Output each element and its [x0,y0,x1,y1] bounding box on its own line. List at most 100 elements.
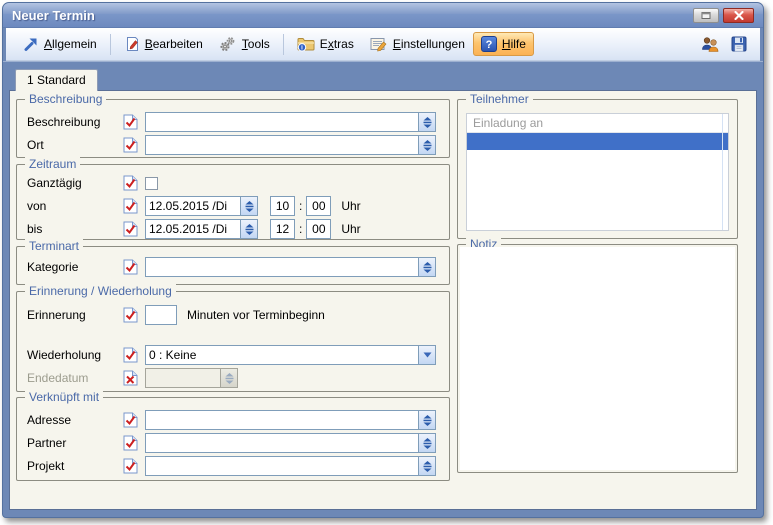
toolbar-item-allgemein[interactable]: Allgemein [15,32,105,56]
ort-input[interactable] [145,135,419,155]
mandatory-check-icon[interactable] [123,307,138,323]
wiederholung-combobox[interactable] [145,345,419,365]
mandatory-check-icon[interactable] [123,137,138,153]
bis-date-input[interactable] [145,219,241,239]
von-date-spinner[interactable] [241,196,258,216]
wiederholung-dropdown-button[interactable] [419,345,436,365]
mandatory-check-icon[interactable] [123,175,138,191]
teilnehmer-list[interactable]: Einladung an [466,113,729,231]
group-terminart: Terminart Kategorie [16,246,450,285]
von-date-input[interactable] [145,196,241,216]
mandatory-check-icon[interactable] [123,259,138,275]
group-erinnerung-wiederholung: Erinnerung / Wiederholung Erinnerung Min… [16,291,450,392]
bis-label: bis [27,222,123,236]
projekt-label: Projekt [27,459,123,473]
spinner-icon [423,438,432,449]
endedatum-input [145,368,221,388]
bis-date-spinner[interactable] [241,219,258,239]
group-zeitraum: Zeitraum Ganztägig von [16,164,450,240]
projekt-spinner[interactable] [419,456,436,476]
ganztaegig-label: Ganztägig [27,176,123,190]
kategorie-label: Kategorie [27,260,123,274]
toolbar-item-hilfe[interactable]: ? Hilfe [473,32,534,56]
von-hour-input[interactable] [270,196,295,216]
tab-standard[interactable]: 1 Standard [15,69,98,91]
endedatum-label: Endedatum [27,371,123,385]
save-button[interactable] [731,36,747,52]
beschreibung-spinner[interactable] [419,112,436,132]
erinnerung-input[interactable] [145,305,177,325]
save-icon [731,36,747,52]
partner-label: Partner [27,436,123,450]
bis-minute-input[interactable] [306,219,331,239]
form-pencil-icon [370,36,388,52]
window-body: 1 Standard Beschreibung Beschreibung [3,61,763,517]
spinner-icon [225,373,234,384]
adresse-input[interactable] [145,410,419,430]
beschreibung-input[interactable] [145,112,419,132]
toolbar-item-extras[interactable]: i Extras [289,32,362,56]
contacts-icon [700,36,720,52]
spinner-icon [423,117,432,128]
partner-input[interactable] [145,433,419,453]
spinner-icon [245,201,254,212]
mandatory-x-icon[interactable] [123,370,138,386]
toolbar-separator [110,34,111,55]
kategorie-input[interactable] [145,257,419,277]
minimize-icon [701,11,711,20]
spinner-icon [423,140,432,151]
content-panel: Beschreibung Beschreibung Ort [9,90,757,510]
group-legend: Terminart [25,239,83,253]
spinner-icon [423,415,432,426]
notiz-textarea[interactable] [460,247,735,470]
toolbar-item-tools[interactable]: Tools [211,32,278,56]
spinner-icon [245,224,254,235]
teilnehmer-selected-row[interactable] [467,133,728,150]
partner-spinner[interactable] [419,433,436,453]
endedatum-spinner [221,368,238,388]
group-verknuepft-mit: Verknüpft mit Adresse Partner [16,397,450,481]
spinner-icon [423,262,432,273]
toolbar-item-einstellungen[interactable]: Einstellungen [362,32,473,56]
von-minute-input[interactable] [306,196,331,216]
mandatory-check-icon[interactable] [123,114,138,130]
gears-icon [219,36,237,52]
folder-info-icon: i [297,36,315,52]
wiederholung-label: Wiederholung [27,348,123,362]
mandatory-check-icon[interactable] [123,458,138,474]
dropdown-icon [423,352,432,358]
von-label: von [27,199,123,213]
projekt-input[interactable] [145,456,419,476]
edit-page-icon [124,36,140,52]
erinnerung-label: Erinnerung [27,308,123,322]
titlebar: Neuer Termin [3,3,763,28]
bis-hour-input[interactable] [270,219,295,239]
mandatory-check-icon[interactable] [123,221,138,237]
mandatory-check-icon[interactable] [123,347,138,363]
list-scrollbar-track [722,114,723,230]
contacts-button[interactable] [700,36,720,52]
group-beschreibung: Beschreibung Beschreibung Ort [16,99,450,158]
mandatory-check-icon[interactable] [123,412,138,428]
uhr-label: Uhr [341,222,360,236]
mandatory-check-icon[interactable] [123,198,138,214]
window-neuer-termin: Neuer Termin Allgemein [2,2,764,518]
group-legend: Teilnehmer [466,92,533,106]
mandatory-check-icon[interactable] [123,435,138,451]
ort-spinner[interactable] [419,135,436,155]
kategorie-spinner[interactable] [419,257,436,277]
help-icon: ? [481,36,497,52]
toolbar-item-bearbeiten[interactable]: Bearbeiten [116,32,211,56]
spinner-icon [423,461,432,472]
group-legend: Zeitraum [25,157,80,171]
close-button[interactable] [723,8,754,23]
adresse-label: Adresse [27,413,123,427]
group-legend: Verknüpft mit [25,390,103,404]
minimize-button[interactable] [693,8,719,23]
close-icon [734,11,744,20]
ganztaegig-checkbox[interactable] [145,177,158,190]
erinnerung-suffix-label: Minuten vor Terminbeginn [187,308,325,322]
list-header-einladung-an[interactable]: Einladung an [467,114,728,133]
adresse-spinner[interactable] [419,410,436,430]
beschreibung-label: Beschreibung [27,115,123,129]
